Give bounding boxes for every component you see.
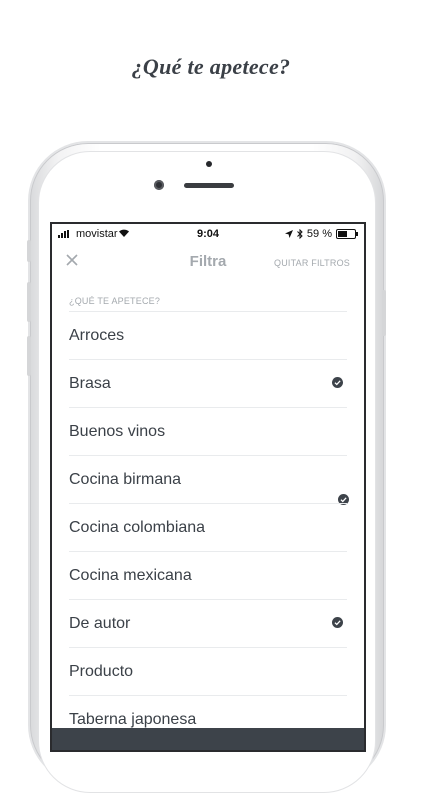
filter-option[interactable]: Arroces: [69, 311, 347, 359]
volume-down-button: [27, 336, 31, 376]
filter-option[interactable]: Brasa: [69, 359, 347, 407]
status-right: 59 %: [284, 228, 358, 240]
volume-up-button: [27, 282, 31, 322]
filter-option-label: Cocina colombiana: [69, 519, 206, 536]
checkmark-icon: [332, 617, 343, 628]
location-icon: [284, 230, 293, 238]
filter-option-label: De autor: [69, 615, 131, 632]
proximity-sensor: [206, 161, 212, 167]
filter-option[interactable]: Cocina mexicana: [69, 551, 347, 599]
filter-option-label: Buenos vinos: [69, 423, 166, 440]
section-label: ¿QUÉ TE APETECE?: [69, 296, 161, 306]
filter-option[interactable]: De autor: [69, 599, 347, 647]
front-camera: [154, 180, 164, 190]
earpiece-speaker: [184, 183, 234, 188]
apply-filters-bar[interactable]: [52, 728, 364, 750]
filter-list: Arroces Brasa Buenos vinos Cocina birmana Co…: [69, 311, 349, 743]
battery-fill: [338, 231, 348, 237]
filter-option-label: Arroces: [69, 327, 125, 344]
nav-bar: Filtra QUITAR FILTROS: [52, 246, 364, 276]
filter-option[interactable]: Producto: [69, 647, 347, 695]
filter-option-label: Cocina birmana: [69, 471, 182, 488]
bluetooth-icon: [297, 229, 303, 239]
mute-switch: [27, 240, 31, 262]
filter-option-label: Cocina mexicana: [69, 567, 192, 584]
filter-option-label: Brasa: [69, 375, 111, 392]
filter-option[interactable]: Buenos vinos: [69, 407, 347, 455]
battery-percent: 59 %: [306, 228, 332, 240]
battery-icon: [336, 229, 358, 239]
filter-option[interactable]: Cocina birmana: [69, 455, 349, 505]
headline: ¿Qué te apetece?: [131, 54, 291, 79]
power-button: [382, 290, 386, 336]
clear-filters-button[interactable]: QUITAR FILTROS: [274, 258, 350, 268]
checkmark-icon: [332, 377, 343, 388]
status-bar: movistar 9:04 59 %: [52, 224, 364, 244]
filter-option-label: Producto: [69, 663, 134, 680]
filter-option-label: Taberna japonesa: [69, 711, 197, 728]
phone-screen: movistar 9:04 59 % Filtra QUITAR FILTROS…: [52, 224, 364, 750]
filter-option[interactable]: Cocina colombiana: [69, 503, 347, 551]
